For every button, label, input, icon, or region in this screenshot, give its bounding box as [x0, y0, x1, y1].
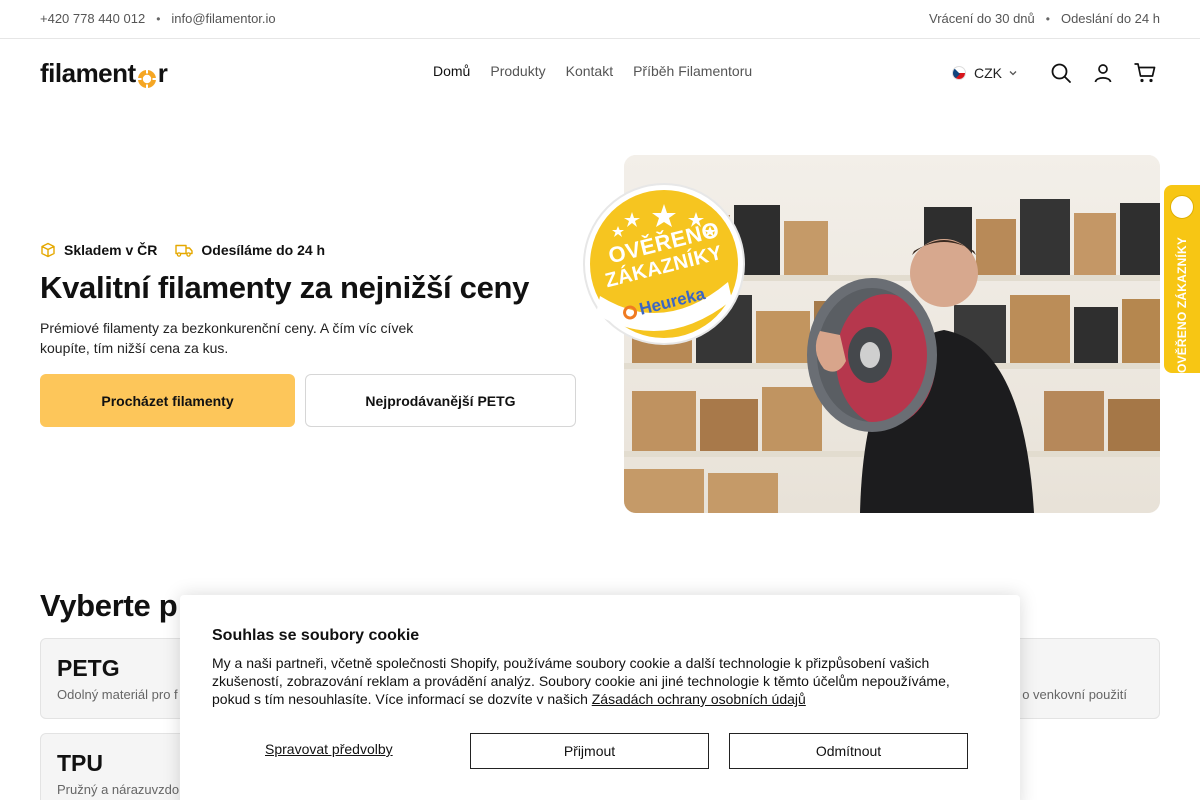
badge-stock-label: Skladem v ČR [64, 242, 158, 258]
badge-stock: Skladem v ČR [40, 242, 157, 258]
manage-preferences-link[interactable]: Spravovat předvolby [265, 741, 393, 757]
contact-info: +420 778 440 012 • info@filamentor.io [40, 11, 276, 26]
currency-selector[interactable]: CZK [952, 65, 1018, 81]
hero-title: Kvalitní filamenty za nejnižší ceny [40, 270, 530, 305]
truck-icon [175, 244, 194, 257]
category-title: TPU [57, 750, 103, 776]
nav-item-products[interactable]: Produkty [490, 63, 545, 79]
czech-flag-icon [952, 66, 966, 80]
reject-cookies-button[interactable]: Odmítnout [729, 733, 968, 769]
nav-item-contact[interactable]: Kontakt [566, 63, 613, 79]
cookie-consent-dialog: Souhlas se soubory cookie My a naši part… [180, 595, 1020, 800]
hero-badges: Skladem v ČR Odesíláme do 24 h [40, 242, 343, 258]
chevron-down-icon [1009, 71, 1017, 76]
category-desc: Odolný materiál pro f [57, 687, 178, 702]
shipping-info: Odeslání do 24 h [1060, 11, 1160, 26]
heureka-seal[interactable]: OVĚŘENO ZÁKAZNÍKY Heureka [582, 182, 746, 346]
user-icon[interactable] [1088, 58, 1118, 88]
site-logo[interactable]: filament r [40, 58, 168, 89]
badge-shipping: Odesíláme do 24 h [175, 242, 325, 258]
main-nav: Domů Produkty Kontakt Příběh Filamentoru [433, 63, 752, 79]
returns-info: Vrácení do 30 dnů [929, 11, 1035, 26]
category-desc: o venkovní použití [1022, 687, 1127, 702]
category-title: PETG [57, 655, 120, 681]
box-icon [41, 242, 55, 258]
hero-subtitle: Prémiové filamenty za bezkonkurenční cen… [40, 320, 414, 356]
browse-filaments-button[interactable]: Procházet filamenty [40, 374, 295, 427]
shop-benefits: Vrácení do 30 dnů • Odeslání do 24 h [929, 11, 1160, 26]
logo-text-post: r [157, 58, 168, 88]
phone-link[interactable]: +420 778 440 012 [40, 11, 145, 26]
category-desc: Pružný a nárazuvzdo [57, 782, 180, 797]
badge-shipping-label: Odesíláme do 24 h [201, 242, 326, 258]
separator: • [156, 11, 161, 26]
cart-icon[interactable] [1130, 58, 1160, 88]
cookie-title: Souhlas se soubory cookie [212, 627, 420, 644]
header-actions: CZK [952, 58, 1160, 88]
heureka-q-icon [621, 303, 639, 321]
heureka-side-tab[interactable]: OVĚŘENO ZÁKAZNÍKY [1164, 185, 1200, 373]
nav-item-home[interactable]: Domů [433, 63, 470, 79]
cookie-body-text: My a naši partneři, včetně společnosti S… [212, 655, 950, 707]
email-link[interactable]: info@filamentor.io [171, 11, 275, 26]
nav-item-story[interactable]: Příběh Filamentoru [633, 63, 752, 79]
top-bar: +420 778 440 012 • info@filamentor.io Vr… [0, 0, 1200, 39]
accept-cookies-button[interactable]: Přijmout [470, 733, 709, 769]
cookie-body: My a naši partneři, včetně společnosti S… [212, 654, 982, 708]
section-title: Vyberte p [40, 588, 178, 623]
search-icon[interactable] [1046, 58, 1076, 88]
side-tab-label: OVĚŘENO ZÁKAZNÍKY [1175, 236, 1189, 374]
heureka-badge-icon [1170, 195, 1194, 219]
currency-label: CZK [974, 65, 1002, 81]
privacy-policy-link[interactable]: Zásadách ochrany osobních údajů [592, 691, 806, 707]
logo-star-icon [137, 65, 157, 88]
bestselling-petg-button[interactable]: Nejprodávanější PETG [305, 374, 576, 427]
separator: • [1045, 11, 1050, 26]
logo-text-pre: filament [40, 58, 136, 88]
